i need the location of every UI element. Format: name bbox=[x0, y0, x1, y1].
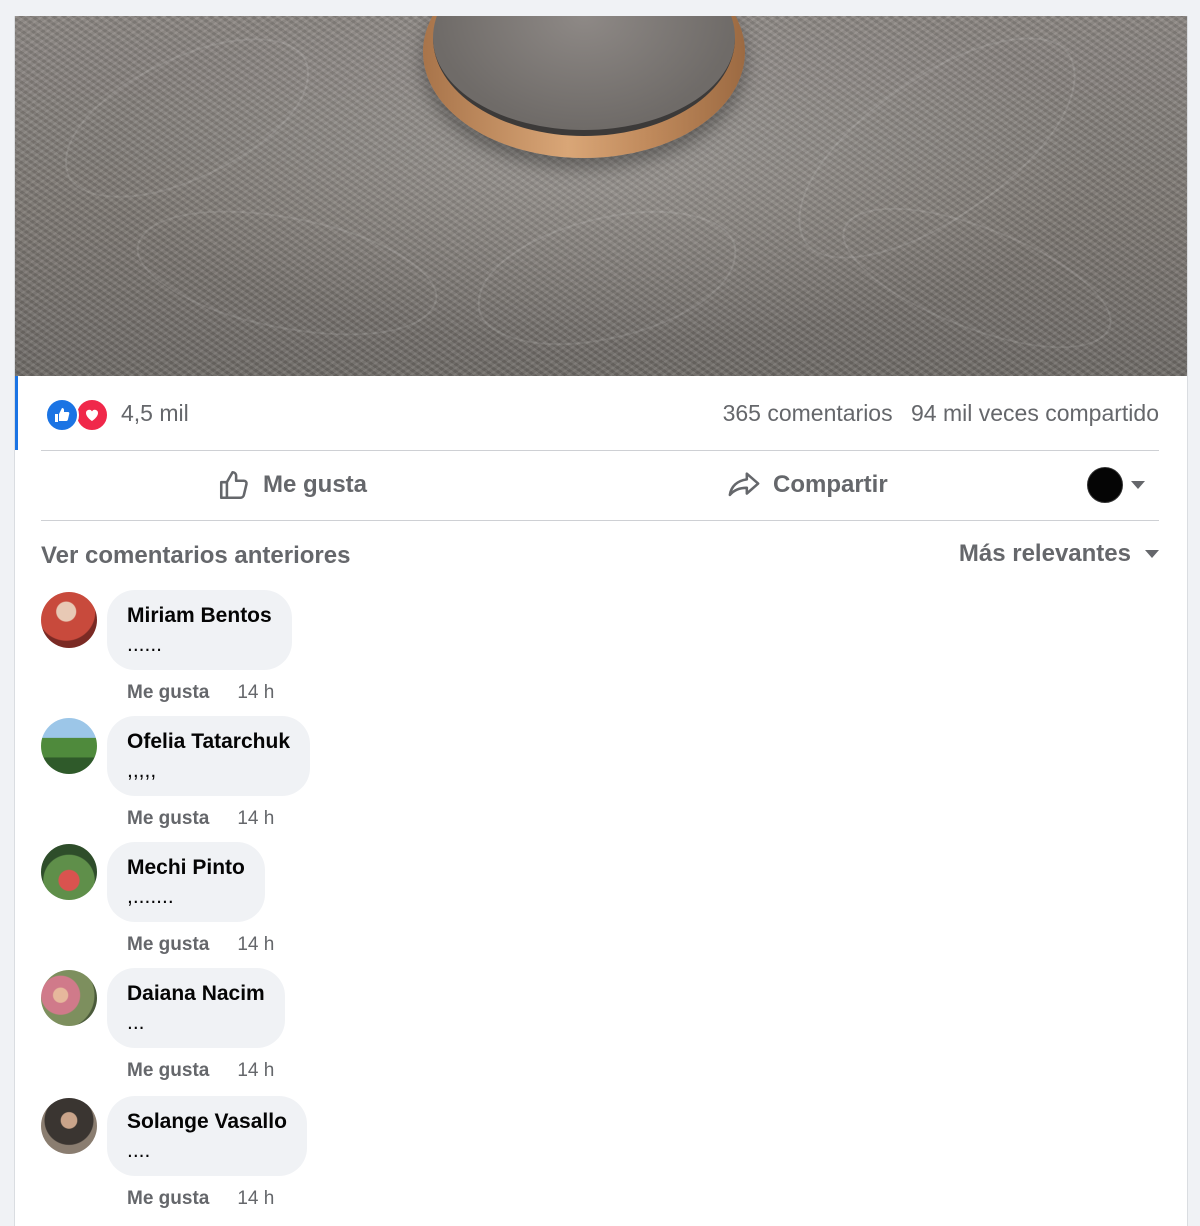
comment-time[interactable]: 14 h bbox=[237, 934, 274, 955]
comment-bubble: Mechi Pinto ,....... bbox=[107, 842, 265, 922]
comment-like-link[interactable]: Me gusta bbox=[127, 1060, 209, 1081]
focus-indicator bbox=[15, 376, 18, 450]
share-button[interactable]: Compartir bbox=[727, 452, 888, 518]
comment-text: ...... bbox=[127, 633, 163, 656]
avatar bbox=[1087, 467, 1123, 503]
divider bbox=[41, 450, 1159, 451]
view-previous-comments-link[interactable]: Ver comentarios anteriores bbox=[41, 542, 350, 570]
comment-meta: Me gusta 14 h bbox=[127, 682, 274, 704]
comment-author[interactable]: Ofelia Tatarchuk bbox=[127, 730, 290, 754]
share-icon bbox=[728, 472, 760, 497]
comment-bubble: Solange Vasallo .... bbox=[107, 1096, 307, 1176]
comment-text: ... bbox=[127, 1011, 145, 1034]
avatar[interactable] bbox=[41, 592, 97, 648]
shares-count[interactable]: 94 mil veces compartido bbox=[911, 400, 1159, 426]
comment-time[interactable]: 14 h bbox=[237, 1060, 274, 1081]
page-top-strip bbox=[0, 0, 1200, 16]
post-actions: Me gusta Compartir bbox=[41, 452, 1159, 518]
comment: Miriam Bentos ...... Me gusta 14 h bbox=[41, 590, 641, 716]
comment-bubble: Ofelia Tatarchuk ,,,,, bbox=[107, 716, 310, 796]
comment-time[interactable]: 14 h bbox=[237, 682, 274, 703]
comment-time[interactable]: 14 h bbox=[237, 1188, 274, 1209]
comment: Daiana Nacim ... Me gusta 14 h bbox=[41, 968, 641, 1094]
divider bbox=[41, 520, 1159, 521]
comment-time[interactable]: 14 h bbox=[237, 808, 274, 829]
comment-as-selector[interactable] bbox=[1087, 466, 1157, 504]
comment-like-link[interactable]: Me gusta bbox=[127, 682, 209, 703]
comment-sort-dropdown[interactable]: Más relevantes bbox=[959, 540, 1159, 568]
comment-text: ,....... bbox=[127, 885, 174, 908]
avatar[interactable] bbox=[41, 1098, 97, 1154]
comment-author[interactable]: Miriam Bentos bbox=[127, 604, 272, 628]
avatar[interactable] bbox=[41, 718, 97, 774]
engagement-stats: 365 comentarios 94 mil veces compartido bbox=[723, 400, 1159, 427]
comment-meta: Me gusta 14 h bbox=[127, 1188, 274, 1210]
comment: Ofelia Tatarchuk ,,,,, Me gusta 14 h bbox=[41, 716, 641, 842]
like-button[interactable]: Me gusta bbox=[217, 452, 367, 518]
comment: Mechi Pinto ,....... Me gusta 14 h bbox=[41, 842, 641, 968]
comment-bubble: Miriam Bentos ...... bbox=[107, 590, 292, 670]
avatar[interactable] bbox=[41, 970, 97, 1026]
sort-label: Más relevantes bbox=[958, 540, 1131, 567]
post-photo[interactable] bbox=[15, 16, 1187, 376]
post-card: 4,5 mil 365 comentarios 94 mil veces com… bbox=[14, 16, 1188, 1226]
comment-like-link[interactable]: Me gusta bbox=[127, 934, 209, 955]
ring-object bbox=[423, 16, 745, 158]
chevron-down-icon bbox=[1131, 481, 1145, 489]
comment-text: .... bbox=[127, 1139, 151, 1162]
comment-author[interactable]: Mechi Pinto bbox=[127, 856, 245, 880]
comment-meta: Me gusta 14 h bbox=[127, 934, 274, 956]
fabric-pattern bbox=[467, 198, 747, 358]
thumbs-up-icon bbox=[219, 470, 248, 500]
share-label: Compartir bbox=[773, 471, 888, 498]
comment-bubble: Daiana Nacim ... bbox=[107, 968, 285, 1048]
reaction-count[interactable]: 4,5 mil bbox=[121, 400, 189, 427]
love-icon bbox=[75, 398, 109, 432]
avatar[interactable] bbox=[41, 844, 97, 900]
comment: Solange Vasallo .... Me gusta 14 h bbox=[41, 1096, 641, 1222]
fabric-pattern bbox=[41, 16, 333, 222]
comment-like-link[interactable]: Me gusta bbox=[127, 1188, 209, 1209]
reactions-summary[interactable] bbox=[45, 396, 115, 432]
like-icon bbox=[45, 398, 79, 432]
like-label: Me gusta bbox=[263, 471, 368, 498]
comments-count[interactable]: 365 comentarios bbox=[723, 400, 893, 426]
comment-like-link[interactable]: Me gusta bbox=[127, 808, 209, 829]
chevron-down-icon bbox=[1145, 550, 1159, 558]
comment-text: ,,,,, bbox=[127, 759, 157, 782]
comment-meta: Me gusta 14 h bbox=[127, 1060, 274, 1082]
comment-meta: Me gusta 14 h bbox=[127, 808, 274, 830]
fabric-pattern bbox=[125, 178, 449, 368]
post-stats: 4,5 mil 365 comentarios 94 mil veces com… bbox=[41, 390, 1159, 436]
comment-author[interactable]: Daiana Nacim bbox=[127, 982, 265, 1006]
comment-author[interactable]: Solange Vasallo bbox=[127, 1110, 287, 1134]
